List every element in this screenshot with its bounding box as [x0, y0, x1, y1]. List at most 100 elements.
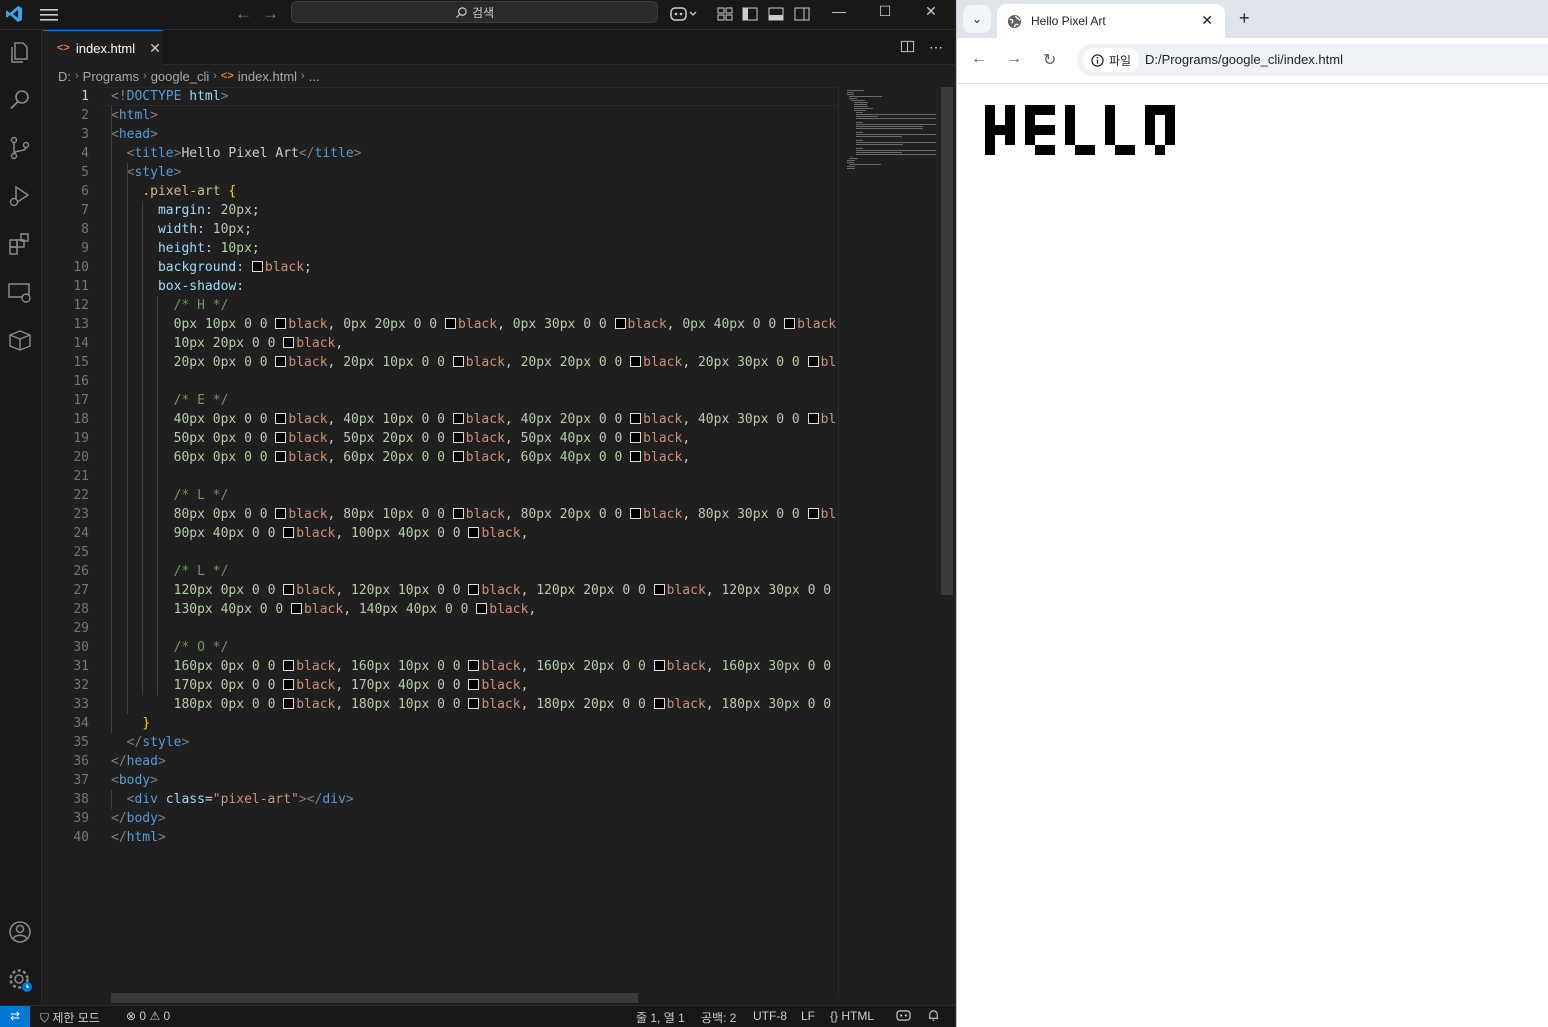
forward-arrow-icon[interactable]: → [262, 4, 279, 24]
code-line[interactable]: 2 <html> [43, 106, 838, 125]
close-tab-icon[interactable]: ✕ [149, 40, 161, 57]
minimap-line [849, 98, 857, 99]
line-number: 36 [73, 754, 89, 769]
minimize-button[interactable]: — [816, 3, 862, 19]
code-line[interactable]: 8 width: 10px; [43, 220, 838, 239]
explorer-icon[interactable] [6, 38, 34, 66]
code-line[interactable]: 23 80px 0px 0 0 black, 80px 10px 0 0 bla… [43, 505, 838, 524]
packages-icon[interactable] [6, 326, 34, 354]
code-line[interactable]: 30 /* O */ [43, 638, 838, 657]
code-line[interactable]: 22 /* L */ [43, 486, 838, 505]
code-line[interactable]: 24 90px 40px 0 0 black, 100px 40px 0 0 b… [43, 524, 838, 543]
code-line[interactable]: 17 /* E */ [43, 391, 838, 410]
code-line[interactable]: 15 20px 0px 0 0 black, 20px 10px 0 0 bla… [43, 353, 838, 372]
code-line[interactable]: 33 180px 0px 0 0 black, 180px 10px 0 0 b… [43, 695, 838, 714]
code-line[interactable]: 38 <div class="pixel-art"></div> [43, 790, 838, 809]
code-line[interactable]: 6 .pixel-art { [43, 182, 838, 201]
breadcrumb-item[interactable]: Programs [83, 69, 139, 84]
vertical-scrollbar[interactable] [941, 87, 953, 595]
code-line[interactable]: 20 60px 0px 0 0 black, 60px 20px 0 0 bla… [43, 448, 838, 467]
breadcrumb-item[interactable]: index.html [238, 69, 297, 84]
code-line[interactable]: 25 [43, 543, 838, 562]
code-line[interactable]: 16 [43, 372, 838, 391]
remote-explorer-icon[interactable] [6, 278, 34, 306]
language-mode[interactable]: {} HTML [830, 1009, 874, 1023]
url-text[interactable]: D:/Programs/google_cli/index.html [1145, 52, 1343, 67]
notifications-bell-icon[interactable] [927, 1009, 940, 1025]
breadcrumb-item[interactable]: google_cli [151, 69, 210, 84]
code-line[interactable]: 3 <head> [43, 125, 838, 144]
new-tab-plus-icon[interactable]: + [1239, 8, 1250, 29]
code-line[interactable]: 28 130px 40px 0 0 black, 140px 40px 0 0 … [43, 600, 838, 619]
minimap[interactable] [838, 87, 941, 997]
code-line[interactable]: 5 <style> [43, 163, 838, 182]
cursor-position[interactable]: 줄 1, 열 1 [636, 1009, 685, 1026]
back-arrow-icon[interactable]: ← [971, 50, 987, 68]
copilot-status-icon[interactable] [896, 1009, 911, 1025]
tab-search-chevron-icon[interactable]: ⌄ [963, 5, 991, 33]
breadcrumb: D: › Programs › google_cli › <> index.ht… [58, 67, 320, 85]
code-line[interactable]: 19 50px 0px 0 0 black, 50px 20px 0 0 bla… [43, 429, 838, 448]
code-line[interactable]: 10 background: black; [43, 258, 838, 277]
code-line[interactable]: 29 [43, 619, 838, 638]
command-center-search[interactable]: 검색 [291, 1, 658, 23]
code-line[interactable]: 36 </head> [43, 752, 838, 771]
close-tab-icon[interactable]: ✕ [1201, 12, 1213, 29]
toggle-secondary-sidebar-icon[interactable] [793, 5, 811, 23]
code-line[interactable]: 11 box-shadow: [43, 277, 838, 296]
code-line[interactable]: 39 </body> [43, 809, 838, 828]
code-line[interactable]: 32 170px 0px 0 0 black, 170px 40px 0 0 b… [43, 676, 838, 695]
manage-gear-icon[interactable] [6, 966, 34, 994]
braces-icon: {} [830, 1009, 839, 1023]
customize-layout-icon[interactable] [716, 5, 734, 23]
split-editor-icon[interactable] [900, 39, 915, 57]
code-text: /* O */ [111, 640, 229, 655]
back-arrow-icon[interactable]: ← [235, 4, 252, 24]
code-line[interactable]: 1 <!DOCTYPE html> [43, 87, 838, 106]
code-line[interactable]: 21 [43, 467, 838, 486]
breadcrumb-item[interactable]: D: [58, 69, 71, 84]
search-sidebar-icon[interactable] [6, 86, 34, 114]
restricted-mode-indicator[interactable]: ⛉ 제한 모드 [40, 1009, 100, 1026]
horizontal-scrollbar[interactable] [111, 993, 638, 1003]
remote-indicator-icon[interactable]: ⇄ [0, 1006, 30, 1027]
indentation[interactable]: 공백: 2 [701, 1009, 736, 1026]
code-line[interactable]: 31 160px 0px 0 0 black, 160px 10px 0 0 b… [43, 657, 838, 676]
maximize-button[interactable]: ☐ [862, 3, 908, 20]
problems-indicator[interactable]: ⊗ 0 ⚠ 0 [126, 1009, 170, 1023]
code-line[interactable]: 35 </style> [43, 733, 838, 752]
address-bar[interactable]: 파일 D:/Programs/google_cli/index.html [1077, 44, 1548, 76]
close-window-button[interactable]: ✕ [908, 3, 954, 20]
tab-index-html[interactable]: <> index.html ✕ [43, 30, 163, 65]
run-debug-icon[interactable] [6, 182, 34, 210]
code-line[interactable]: 9 height: 10px; [43, 239, 838, 258]
code-line[interactable]: 14 10px 20px 0 0 black, [43, 334, 838, 353]
forward-arrow-icon[interactable]: → [1006, 50, 1022, 68]
code-line[interactable]: 27 120px 0px 0 0 black, 120px 10px 0 0 b… [43, 581, 838, 600]
site-info-chip[interactable]: 파일 [1083, 48, 1140, 72]
end-of-line[interactable]: LF [801, 1009, 815, 1023]
code-line[interactable]: 37 <body> [43, 771, 838, 790]
code-line[interactable]: 4 <title>Hello Pixel Art</title> [43, 144, 838, 163]
code-line[interactable]: 34 } [43, 714, 838, 733]
code-line[interactable]: 12 /* H */ [43, 296, 838, 315]
accounts-icon[interactable] [6, 918, 34, 946]
code-editor[interactable]: 1 <!DOCTYPE html> 2 <html> 3 <head> 4 <title>H… [43, 87, 838, 997]
code-line[interactable]: 18 40px 0px 0 0 black, 40px 10px 0 0 bla… [43, 410, 838, 429]
code-line[interactable]: 7 margin: 20px; [43, 201, 838, 220]
source-control-icon[interactable] [6, 134, 34, 162]
extensions-icon[interactable] [6, 230, 34, 258]
toggle-panel-icon[interactable] [767, 5, 785, 23]
code-line[interactable]: 26 /* L */ [43, 562, 838, 581]
vscode-logo-icon[interactable] [5, 5, 23, 23]
menu-icon[interactable] [38, 5, 60, 25]
encoding[interactable]: UTF-8 [753, 1009, 787, 1023]
browser-tab[interactable]: Hello Pixel Art ✕ [997, 4, 1225, 38]
toggle-primary-sidebar-icon[interactable] [741, 5, 759, 23]
copilot-icon[interactable] [670, 5, 700, 23]
more-actions-icon[interactable]: ⋯ [929, 39, 943, 57]
code-line[interactable]: 40 </html> [43, 828, 838, 847]
reload-icon[interactable]: ↻ [1043, 50, 1056, 70]
code-line[interactable]: 13 0px 10px 0 0 black, 0px 20px 0 0 blac… [43, 315, 838, 334]
breadcrumb-item[interactable]: ... [309, 69, 320, 84]
